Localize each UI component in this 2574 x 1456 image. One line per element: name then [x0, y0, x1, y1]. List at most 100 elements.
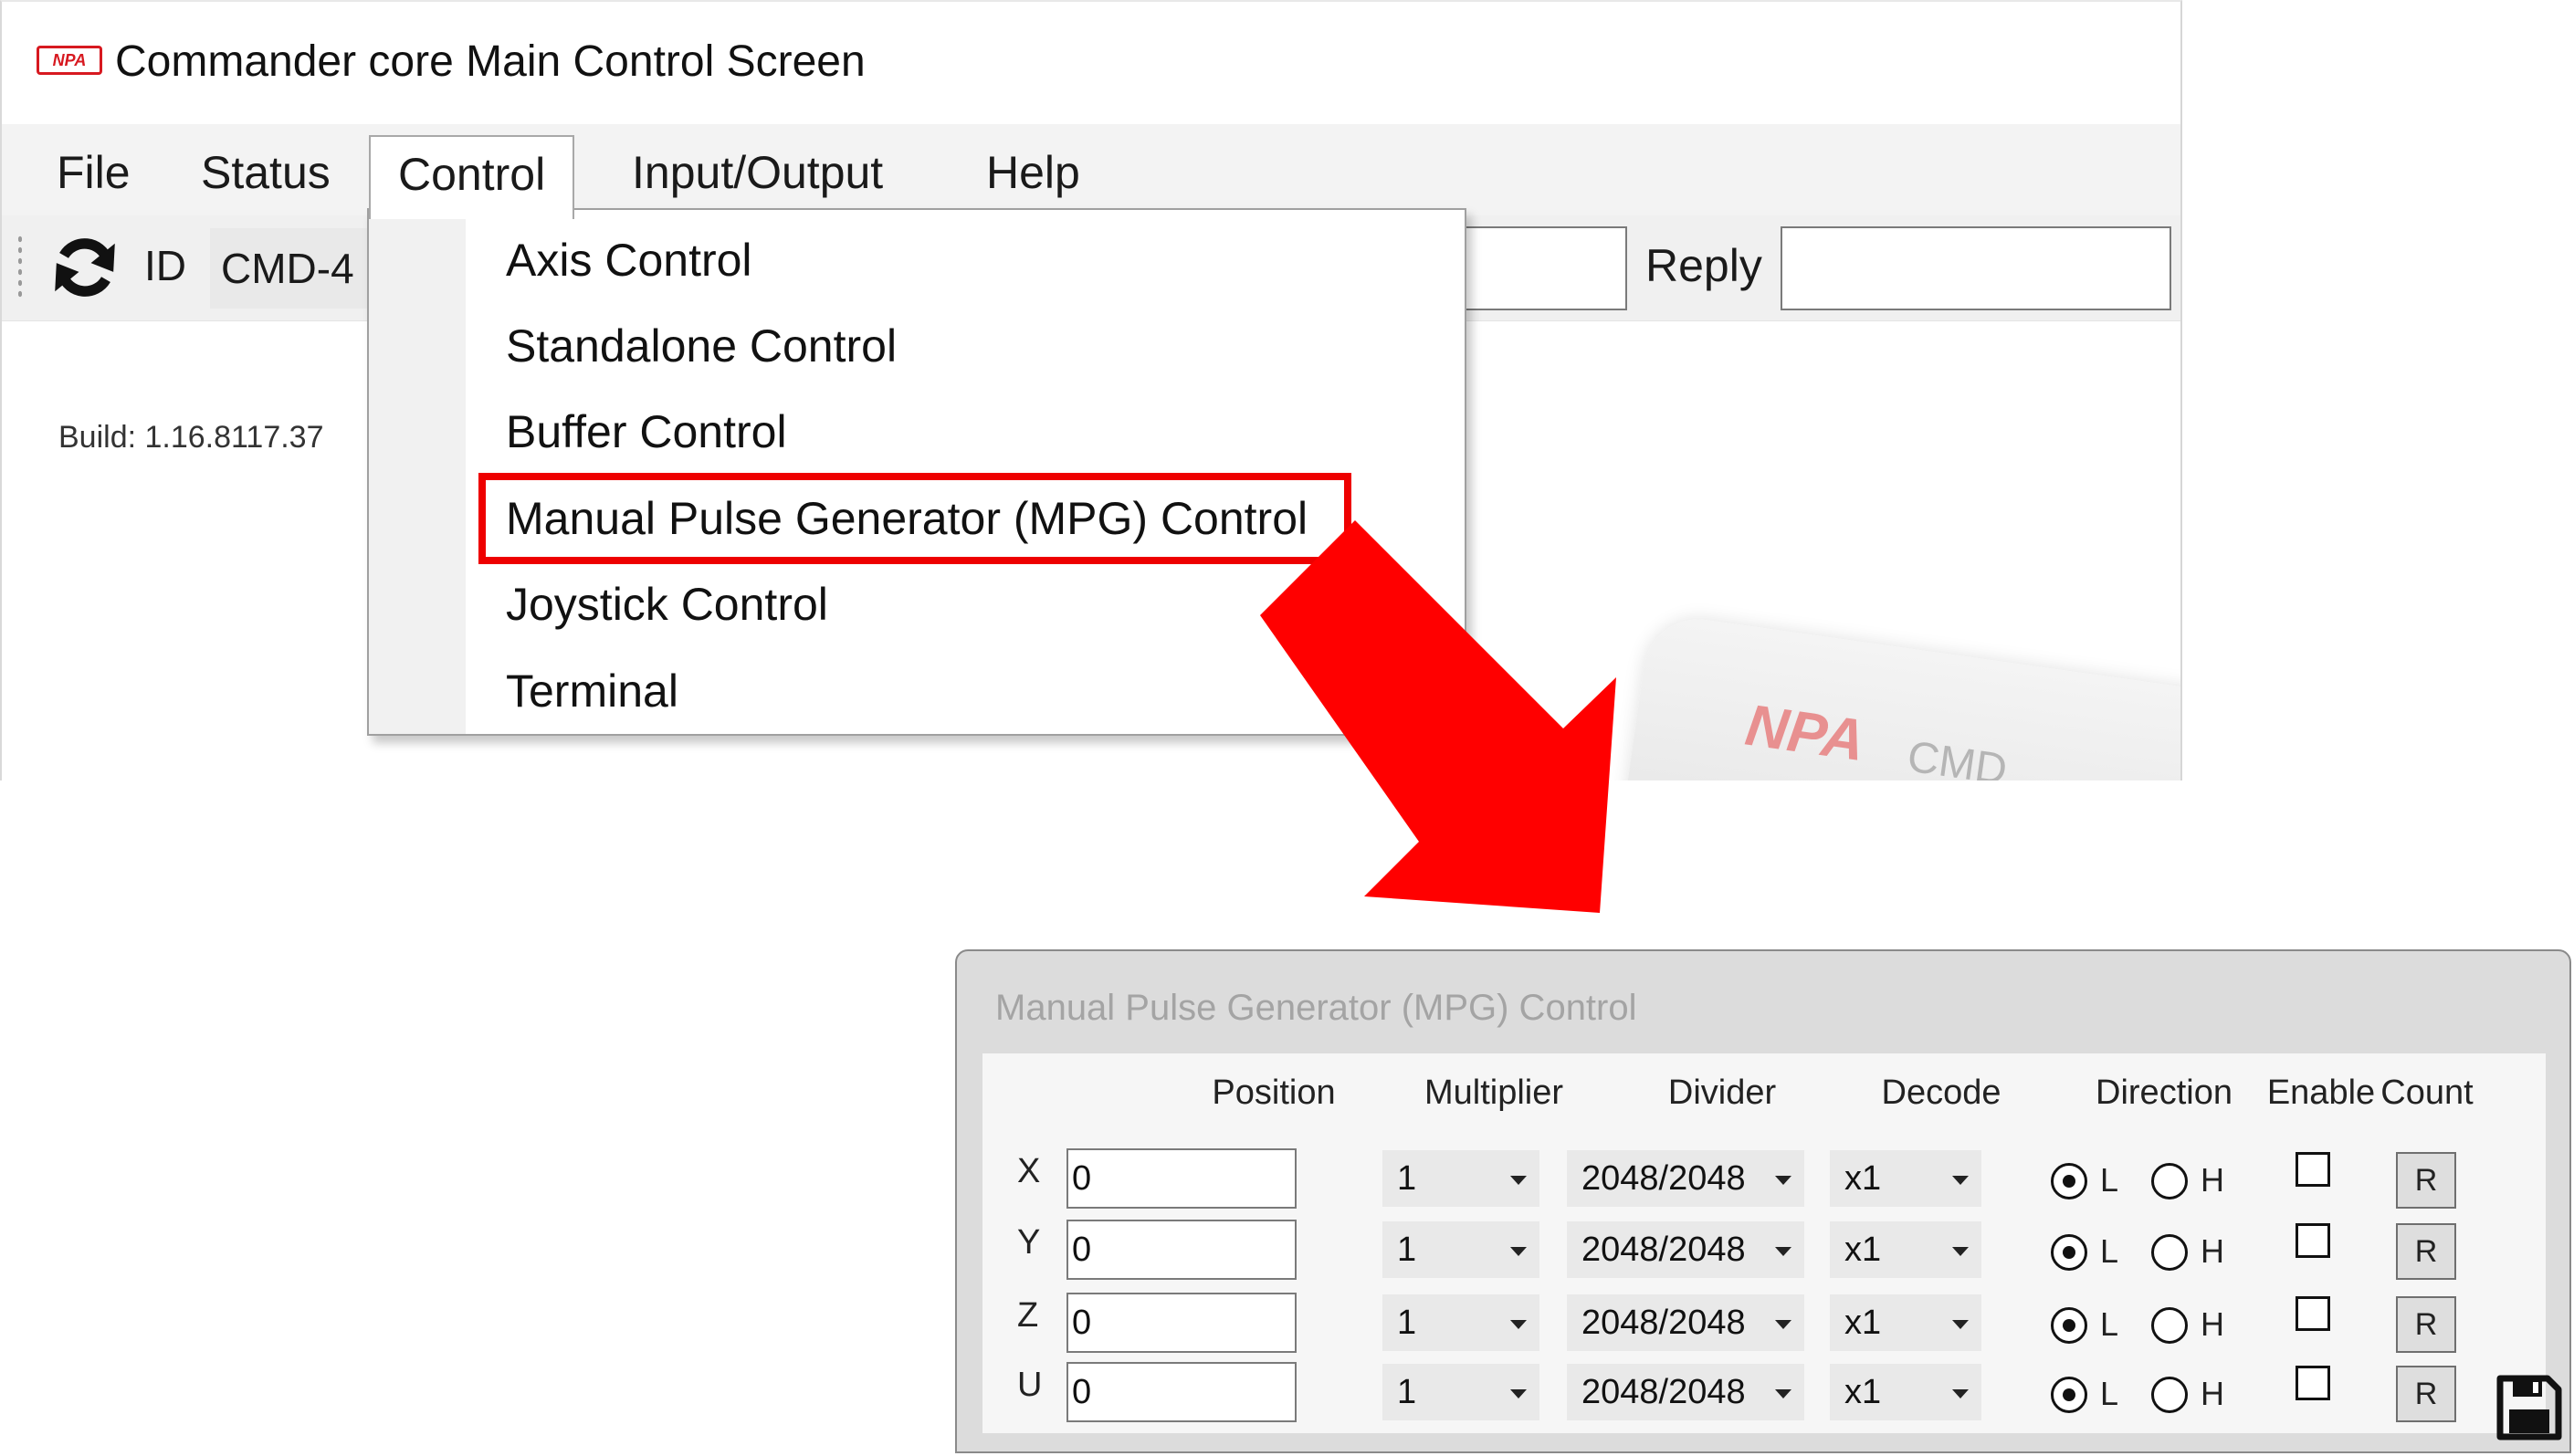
toolbar-grip[interactable] [16, 234, 24, 298]
chevron-down-icon [1952, 1320, 1969, 1329]
menu-item-terminal[interactable]: Terminal [506, 659, 678, 723]
decode-select[interactable]: x1 [1830, 1364, 1981, 1420]
menu-help[interactable]: Help [959, 142, 1108, 206]
multiplier-select[interactable]: 1 [1382, 1364, 1539, 1420]
product-brand: NPA [1741, 691, 1869, 774]
direction-label-h: H [2201, 1161, 2224, 1199]
mpg-control-window: Manual Pulse Generator (MPG) Control Pos… [955, 949, 2571, 1453]
direction-label-l: L [2100, 1161, 2119, 1199]
main-window: NPA Commander core Main Control Screen F… [0, 0, 2182, 780]
red-arrow [1260, 520, 1616, 913]
decode-select[interactable]: x1 [1830, 1294, 1981, 1351]
axis-label: U [1017, 1366, 1043, 1404]
chevron-down-icon [1952, 1247, 1969, 1256]
header-enable: Enable [2266, 1074, 2376, 1112]
chevron-down-icon [1775, 1389, 1791, 1398]
multiplier-select[interactable]: 1 [1382, 1294, 1539, 1351]
direction-radio-h[interactable] [2151, 1377, 2188, 1413]
menu-input-output[interactable]: Input/Output [604, 142, 910, 206]
enable-checkbox[interactable] [2296, 1152, 2330, 1187]
mpg-window-title: Manual Pulse Generator (MPG) Control [995, 988, 1637, 1028]
chevron-down-icon [1775, 1247, 1791, 1256]
id-label: ID [144, 242, 186, 289]
direction-label-l: L [2100, 1305, 2119, 1343]
header-position: Position [1212, 1074, 1336, 1112]
multiplier-value: 1 [1397, 1304, 1417, 1342]
chevron-down-icon [1775, 1176, 1791, 1185]
direction-radio-l[interactable] [2051, 1377, 2087, 1413]
divider-select[interactable]: 2048/2048 [1567, 1294, 1804, 1351]
app-logo: NPA [37, 46, 102, 75]
axis-row-y: Y 0 1 2048/2048 x1 L H R [982, 1220, 2546, 1291]
decode-value: x1 [1844, 1373, 1882, 1411]
divider-select[interactable]: 2048/2048 [1567, 1221, 1804, 1278]
decode-value: x1 [1844, 1231, 1882, 1269]
menu-item-axis-control[interactable]: Axis Control [506, 228, 752, 292]
multiplier-value: 1 [1397, 1159, 1417, 1198]
chevron-down-icon [1952, 1176, 1969, 1185]
direction-radio-l[interactable] [2051, 1234, 2087, 1271]
menu-item-joystick-control[interactable]: Joystick Control [506, 572, 828, 636]
radio-selected-dot [2063, 1388, 2075, 1401]
enable-checkbox[interactable] [2296, 1296, 2330, 1331]
multiplier-select[interactable]: 1 [1382, 1150, 1539, 1207]
axis-row-x: X 0 1 2048/2048 x1 L H R [982, 1148, 2546, 1220]
multiplier-select[interactable]: 1 [1382, 1221, 1539, 1278]
direction-label-l: L [2100, 1375, 2119, 1412]
product-image: NPA CMD [1609, 612, 2180, 780]
dropdown-gutter [369, 210, 466, 734]
menu-item-buffer-control[interactable]: Buffer Control [506, 400, 787, 464]
chevron-down-icon [1510, 1176, 1527, 1185]
title-bar: NPA Commander core Main Control Screen [2, 2, 2180, 124]
direction-label-h: H [2201, 1305, 2224, 1343]
axis-label: Z [1017, 1296, 1039, 1335]
header-divider: Divider [1667, 1074, 1777, 1112]
chevron-down-icon [1510, 1247, 1527, 1256]
decode-select[interactable]: x1 [1830, 1221, 1981, 1278]
direction-radio-h[interactable] [2151, 1234, 2188, 1271]
direction-radio-l[interactable] [2051, 1163, 2087, 1199]
menu-control[interactable]: Control [369, 135, 575, 219]
direction-label-h: H [2201, 1375, 2224, 1412]
position-input[interactable]: 0 [1066, 1293, 1297, 1353]
multiplier-value: 1 [1397, 1231, 1417, 1269]
enable-checkbox[interactable] [2296, 1223, 2330, 1258]
menu-item-standalone-control[interactable]: Standalone Control [506, 314, 897, 378]
decode-select[interactable]: x1 [1830, 1150, 1981, 1207]
chevron-down-icon [1510, 1389, 1527, 1398]
divider-select[interactable]: 2048/2048 [1567, 1364, 1804, 1420]
divider-value: 2048/2048 [1581, 1373, 1746, 1411]
window-title: Commander core Main Control Screen [115, 37, 866, 86]
header-multiplier: Multiplier [1424, 1074, 1564, 1112]
decode-value: x1 [1844, 1159, 1882, 1198]
decode-value: x1 [1844, 1304, 1882, 1342]
radio-selected-dot [2063, 1319, 2075, 1332]
count-reset-button[interactable]: R [2396, 1296, 2456, 1353]
product-model: CMD [1904, 732, 2011, 780]
menu-file[interactable]: File [29, 142, 158, 206]
direction-label-l: L [2100, 1232, 2119, 1270]
mpg-panel: Position Multiplier Divider Decode Direc… [982, 1053, 2562, 1440]
multiplier-value: 1 [1397, 1373, 1417, 1411]
divider-select[interactable]: 2048/2048 [1567, 1150, 1804, 1207]
count-reset-button[interactable]: R [2396, 1152, 2456, 1209]
axis-label: X [1017, 1152, 1041, 1190]
position-input[interactable]: 0 [1066, 1220, 1297, 1280]
direction-radio-h[interactable] [2151, 1307, 2188, 1344]
direction-radio-h[interactable] [2151, 1163, 2188, 1199]
position-input[interactable]: 0 [1066, 1362, 1297, 1422]
refresh-icon[interactable] [47, 230, 122, 305]
direction-radio-l[interactable] [2051, 1307, 2087, 1344]
axis-row-u: U 0 1 2048/2048 x1 L H R [982, 1362, 2546, 1433]
menu-status[interactable]: Status [173, 142, 358, 206]
reply-label: Reply [1645, 240, 1762, 291]
position-input[interactable]: 0 [1066, 1148, 1297, 1209]
count-reset-button[interactable]: R [2396, 1366, 2456, 1422]
chevron-down-icon [1952, 1389, 1969, 1398]
enable-checkbox[interactable] [2296, 1366, 2330, 1400]
count-reset-button[interactable]: R [2396, 1223, 2456, 1280]
save-icon[interactable] [2496, 1375, 2562, 1440]
reply-field[interactable] [1781, 226, 2171, 310]
radio-selected-dot [2063, 1246, 2075, 1259]
header-decode: Decode [1881, 1074, 2001, 1112]
